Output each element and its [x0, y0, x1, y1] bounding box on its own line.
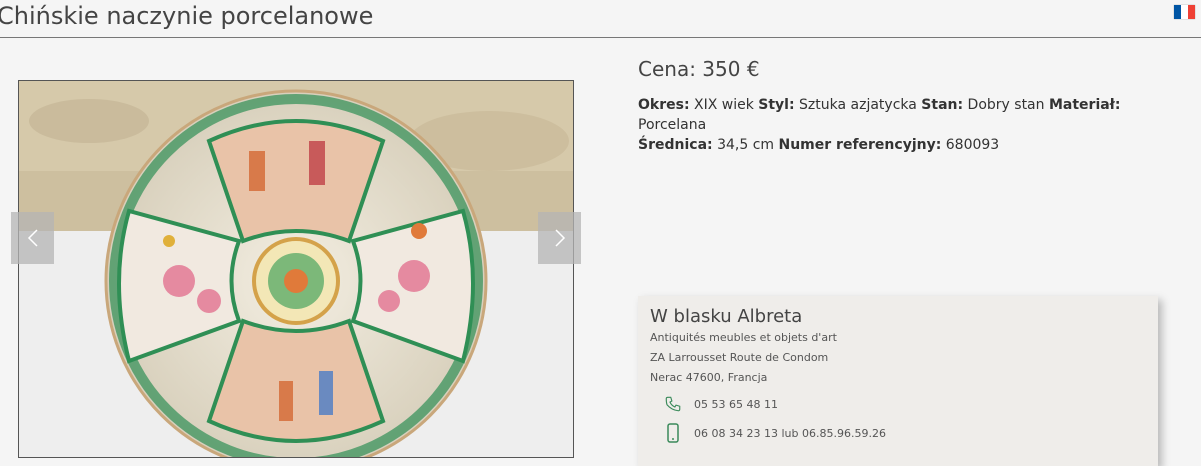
- product-image[interactable]: [18, 80, 574, 458]
- spec-label-style: Styl:: [758, 97, 795, 113]
- dealer-name[interactable]: W blasku Albreta: [650, 306, 802, 327]
- dealer-phone-number: 05 53 65 48 11: [694, 397, 778, 411]
- dealer-phone[interactable]: 05 53 65 48 11: [662, 393, 778, 415]
- spec-value-material: Porcelana: [638, 117, 707, 133]
- spec-value-condition: Dobry stan: [967, 97, 1045, 113]
- spec-label-material: Materiał:: [1048, 97, 1121, 113]
- dealer-mobile[interactable]: 06 08 34 23 13 lub 06.85.96.59.26: [662, 422, 886, 444]
- spec-value-style: Sztuka azjatycka: [799, 97, 917, 113]
- dealer-address-city: Nerac 47600, Francja: [650, 371, 768, 384]
- gallery-next-button[interactable]: [538, 212, 581, 264]
- dealer-card: W blasku Albreta Antiquités meubles et o…: [638, 296, 1158, 466]
- title-divider: [0, 37, 1201, 38]
- dealer-address-street: ZA Larrousset Route de Condom: [650, 351, 829, 364]
- spec-label-condition: Stan:: [921, 97, 964, 113]
- page-title: Chińskie naczynie porcelanowe: [0, 2, 374, 30]
- chevron-left-icon: [27, 229, 38, 247]
- flag-france-icon[interactable]: [1174, 5, 1195, 19]
- dealer-mobile-number: 06 08 34 23 13 lub 06.85.96.59.26: [694, 426, 886, 440]
- spec-value-period: XIX wiek: [694, 97, 754, 113]
- spec-label-period: Okres:: [638, 97, 690, 113]
- phone-icon: [662, 393, 684, 415]
- dealer-tagline: Antiquités meubles et objets d'art: [650, 331, 837, 344]
- price: Cena: 350 €: [638, 57, 760, 81]
- spec-label-reference: Numer referencyjny:: [778, 137, 942, 153]
- product-specs: Okres: XIX wiek Styl: Sztuka azjatycka S…: [638, 95, 1178, 155]
- spec-value-diameter: 34,5 cm: [717, 137, 775, 153]
- mobile-phone-icon: [662, 422, 684, 444]
- gallery-prev-button[interactable]: [11, 212, 54, 264]
- spec-label-diameter: Średnica:: [638, 137, 713, 153]
- spec-value-reference: 680093: [945, 137, 1000, 153]
- chevron-right-icon: [554, 229, 565, 247]
